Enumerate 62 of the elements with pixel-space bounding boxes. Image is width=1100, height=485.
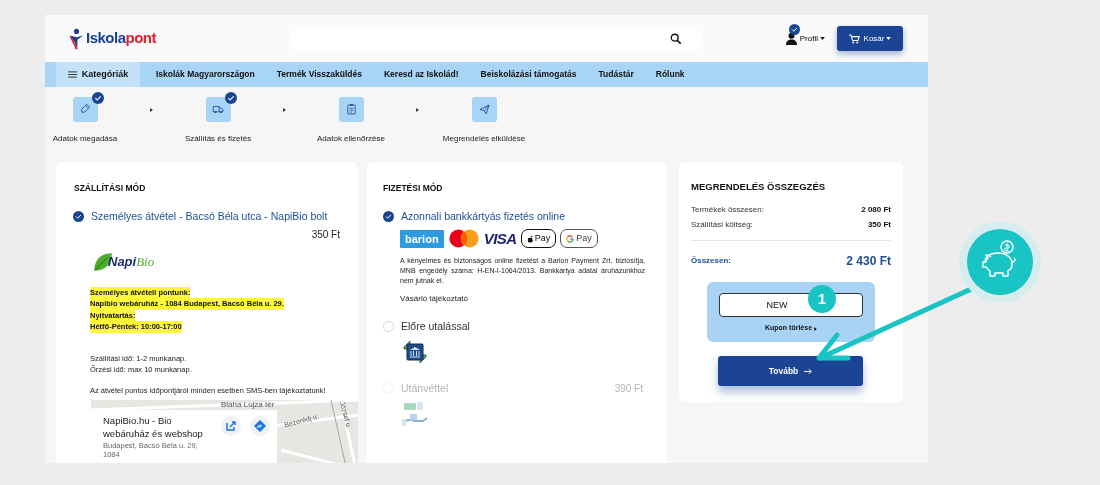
profile-button[interactable]: Profil	[784, 32, 825, 45]
radio-button[interactable]	[383, 211, 394, 223]
step-separator-icon	[416, 108, 419, 112]
apple-icon	[526, 234, 534, 243]
external-link-icon[interactable]	[221, 416, 241, 436]
nav-link[interactable]: Rólunk	[655, 68, 685, 81]
radio-button[interactable]	[73, 211, 84, 223]
payment-option-label: Utánvéttel	[401, 380, 449, 396]
step-label: Szállítás és fizetés	[184, 133, 252, 145]
caret-icon	[820, 37, 825, 40]
summary-label: Szállítási költség:	[691, 218, 753, 231]
radio-button[interactable]	[383, 321, 394, 333]
step-label: Adatok megadása	[52, 133, 118, 145]
barion-logo: barion	[400, 229, 444, 248]
site-logo[interactable]: Iskolapont	[68, 27, 168, 50]
visa-logo: VISA	[483, 228, 517, 249]
check-badge-icon	[91, 92, 104, 104]
step-label: Adatok ellenőrzése	[316, 133, 385, 145]
payment-option-label[interactable]: Azonnali bankkártyás fizetés online	[401, 208, 565, 225]
cart-button[interactable]: Kosár	[837, 26, 903, 51]
nav-link[interactable]: Termék Visszaküldés	[276, 68, 362, 81]
menu-icon	[67, 71, 77, 78]
piggy-bank-icon	[967, 229, 1033, 295]
nav-link[interactable]: Beiskolázási támogatás	[480, 68, 577, 81]
summary-value: 2 080 Ft	[861, 203, 891, 216]
step-separator-icon	[150, 108, 153, 112]
google-pay-logo: Pay	[560, 229, 598, 249]
nav-link[interactable]: Tudástár	[598, 68, 634, 81]
payment-option-label[interactable]: Előre utalással	[401, 319, 470, 335]
summary-label: Termékek összesen:	[691, 203, 764, 216]
nav-link[interactable]: Iskolák Magyarországon	[156, 68, 255, 81]
place-title: NapiBio.hu - Bio webáruház és webshop	[103, 414, 204, 440]
check-badge-icon	[224, 92, 237, 104]
store-logo: NapiBio	[92, 244, 172, 279]
total-value: 2 430 Ft	[846, 253, 891, 271]
section-title: FIZETÉSI MÓD	[383, 182, 444, 195]
google-g-icon	[566, 234, 575, 243]
total-label: Összesen:	[691, 255, 732, 268]
arrow-right-icon	[804, 367, 813, 375]
summary-title: MEGRENDELÉS ÖSSZEGZÉS	[691, 180, 827, 194]
search-field[interactable]	[290, 26, 702, 51]
shipping-price: 350 Ft	[310, 227, 341, 242]
summary-value: 350 Ft	[867, 218, 891, 231]
step-label: Megrendelés elküldése	[442, 133, 526, 145]
cart-icon	[848, 33, 860, 44]
caret-icon	[886, 37, 892, 40]
payment-price: 390 Ft	[614, 382, 643, 397]
map-street-label: Blaha Lujza tér	[221, 400, 275, 409]
categories-menu-button[interactable]: Kategóriák	[56, 62, 140, 87]
section-title: SZÁLLÍTÁSI MÓD	[74, 182, 147, 195]
apple-pay-logo: Pay	[520, 229, 557, 249]
customer-info-link[interactable]: Vásárló tájékoztató	[400, 293, 651, 305]
logo-mascot-icon	[68, 27, 85, 50]
directions-icon[interactable]	[250, 416, 270, 436]
shipping-option-label[interactable]: Személyes átvétel - Bacsó Béla utca - NapiBio bolt	[91, 208, 328, 225]
nav-link[interactable]: Keresd az Iskolád!	[383, 68, 459, 81]
search-icon[interactable]	[670, 32, 682, 45]
next-button[interactable]: Tovább	[718, 356, 863, 387]
step-separator-icon	[283, 108, 286, 112]
mastercard-logo	[447, 229, 480, 249]
chevron-icon	[814, 326, 818, 331]
user-icon	[784, 32, 798, 45]
